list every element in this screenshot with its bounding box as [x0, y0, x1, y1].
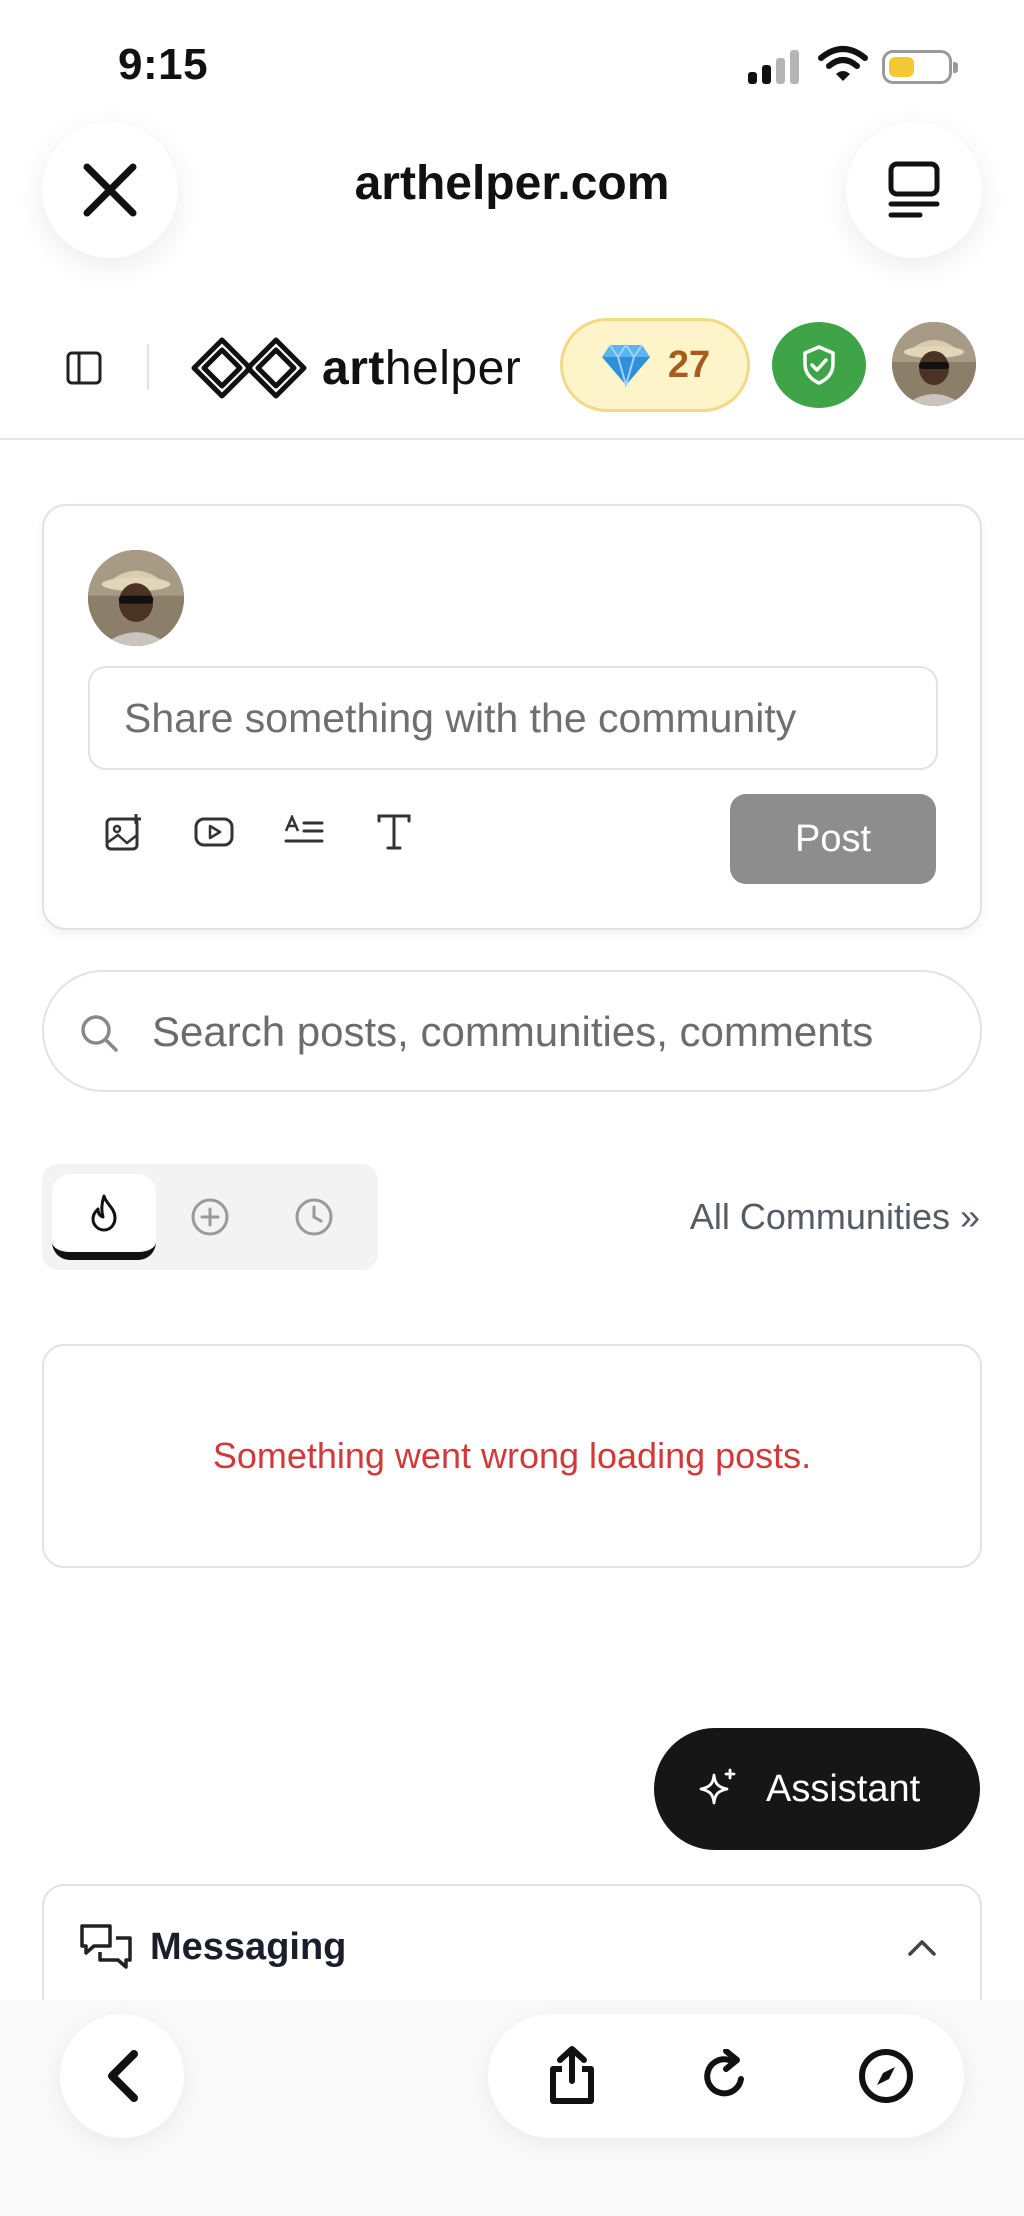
- sidebar-icon: [66, 351, 102, 385]
- sparkle-icon: [699, 1768, 736, 1805]
- recent-icon: [295, 1198, 333, 1236]
- messaging-title: Messaging: [150, 1926, 347, 1968]
- add-text-button[interactable]: [374, 812, 414, 852]
- avatar-photo: [88, 550, 184, 646]
- tab-recent[interactable]: [262, 1174, 366, 1260]
- avatar-photo: [892, 322, 976, 406]
- signal-icon: [748, 50, 800, 84]
- status-time: 9:15: [118, 40, 209, 89]
- tab-new[interactable]: [158, 1174, 262, 1260]
- shield-check-icon: [803, 345, 835, 385]
- security-badge[interactable]: [772, 322, 866, 408]
- logo-icon: [191, 337, 307, 399]
- new-icon: [191, 1198, 229, 1236]
- video-icon: [194, 817, 234, 847]
- post-button[interactable]: Post: [730, 794, 936, 884]
- assistant-button[interactable]: Assistant: [654, 1728, 980, 1850]
- error-card: Something went wrong loading posts.: [42, 1344, 982, 1568]
- share-button[interactable]: [530, 2034, 614, 2118]
- all-communities-link[interactable]: All Communities »: [690, 1196, 980, 1238]
- add-list-button[interactable]: [284, 812, 324, 852]
- site-header: arthelper 27: [0, 300, 1024, 440]
- status-bar: 9:15: [0, 0, 1024, 120]
- gems-badge[interactable]: 27: [560, 318, 750, 412]
- add-video-button[interactable]: [194, 812, 234, 852]
- header-divider: [147, 344, 149, 390]
- error-message: Something went wrong loading posts.: [212, 1435, 812, 1476]
- browser-actions: [488, 2014, 964, 2138]
- tabs-icon: [888, 161, 940, 218]
- compass-button[interactable]: [844, 2034, 928, 2118]
- site-logo[interactable]: arthelper: [190, 322, 521, 414]
- back-button[interactable]: [60, 2014, 184, 2138]
- browser-toolbar: [0, 2000, 1024, 2216]
- reload-button[interactable]: [684, 2034, 768, 2118]
- text-icon: [377, 814, 411, 850]
- assistant-label: Assistant: [766, 1767, 921, 1810]
- search-input[interactable]: Search posts, communities, comments: [152, 1008, 922, 1056]
- battery-icon: [882, 50, 958, 84]
- list-icon: [284, 815, 324, 843]
- search-bar[interactable]: Search posts, communities, comments: [42, 970, 982, 1092]
- chevron-up-icon[interactable]: [904, 1930, 940, 1966]
- add-image-button[interactable]: [104, 812, 144, 852]
- wifi-icon: [818, 46, 868, 81]
- composer-input[interactable]: Share something with the community: [88, 666, 938, 770]
- logo-text: arthelper: [322, 341, 522, 395]
- search-icon: [81, 1015, 118, 1052]
- image-icon: [105, 814, 141, 851]
- sidebar-toggle-button[interactable]: [60, 344, 108, 392]
- share-icon: [550, 2046, 594, 2104]
- tab-hot[interactable]: [52, 1174, 156, 1260]
- chevron-left-icon: [108, 2050, 138, 2102]
- chat-icon: [80, 1924, 132, 1969]
- hot-icon: [91, 1194, 117, 1232]
- tabs-button[interactable]: [846, 122, 982, 258]
- compass-icon: [859, 2049, 913, 2103]
- composer-avatar: [88, 550, 184, 646]
- diamond-icon: [601, 343, 650, 387]
- reload-icon: [704, 2049, 744, 2097]
- user-avatar[interactable]: [892, 322, 976, 406]
- post-composer: Share something with the community Post: [42, 504, 982, 930]
- gems-count: 27: [667, 343, 711, 386]
- composer-tools: [104, 812, 414, 852]
- sort-tabs: [42, 1164, 378, 1270]
